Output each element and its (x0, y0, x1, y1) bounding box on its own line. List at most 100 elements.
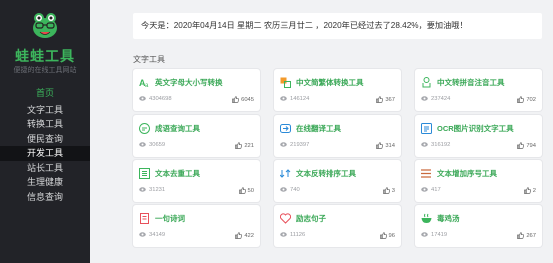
tool-card[interactable]: 中文转拼音注音工具 237424 702 (415, 69, 542, 111)
ocr-icon (421, 122, 432, 134)
main-content: 今天是：2020年04月14日 星期二 农历三月廿二 ，2020年已经过去了28… (90, 0, 553, 263)
tool-card[interactable]: 成语查询工具 30659 221 (133, 114, 260, 157)
tool-name[interactable]: 文本反转排序工具 (296, 168, 356, 179)
svg-text:a: a (145, 83, 149, 88)
tool-card[interactable]: Aa 英文字母大小写转换 4304698 6045 (133, 69, 260, 111)
nav-item-home[interactable]: 首页 (0, 86, 90, 101)
nav-item-health[interactable]: 生理健康 (0, 175, 90, 190)
view-count: 146124 (280, 96, 309, 102)
tool-meta: 316192 794 (421, 142, 536, 151)
view-count: 417 (421, 187, 441, 193)
like-button[interactable]: 794 (517, 141, 536, 149)
view-count-value: 31231 (149, 187, 166, 194)
tool-card[interactable]: 在线翻译工具 219397 314 (274, 114, 401, 157)
logo[interactable] (0, 8, 90, 44)
heart-icon (280, 213, 291, 224)
nav-item-webmaster-tools[interactable]: 站长工具 (0, 161, 90, 176)
like-button[interactable]: 6045 (232, 96, 254, 103)
tool-card[interactable]: 一句诗词 34149 422 (133, 205, 260, 247)
tool-name[interactable]: 励志句子 (296, 213, 326, 224)
brand-title[interactable]: 蛙蛙工具 (0, 46, 90, 66)
chinese-convert-icon (280, 77, 291, 88)
view-count-value: 237424 (431, 96, 451, 103)
tool-name[interactable]: 毒鸡汤 (437, 213, 460, 224)
like-count-value: 50 (247, 188, 254, 195)
nav-item-convert-tools[interactable]: 转换工具 (0, 117, 90, 132)
tool-name[interactable]: 文本增加序号工具 (437, 168, 497, 179)
like-button[interactable]: 3 (382, 187, 395, 194)
tool-name[interactable]: 一句诗词 (155, 213, 185, 224)
thumbs-up-icon (235, 141, 243, 149)
thumbs-up-icon (517, 141, 525, 149)
views-eye-icon (421, 96, 428, 101)
tool-card[interactable]: 文本增加序号工具 417 2 (415, 160, 542, 202)
tool-card[interactable]: 毒鸡汤 17419 267 (415, 205, 542, 247)
nav-item-dev-tools[interactable]: 开发工具 (0, 146, 90, 161)
view-count: 219397 (280, 142, 309, 148)
views-eye-icon (280, 141, 287, 147)
nav-item-info-lookup[interactable]: 信息查询 (0, 190, 90, 205)
nav-item-lookup[interactable]: 便民查询 (0, 132, 90, 147)
tool-name[interactable]: 成语查询工具 (155, 123, 200, 134)
like-count-value: 702 (526, 97, 536, 104)
views-eye-icon (421, 141, 428, 147)
like-button[interactable]: 422 (235, 232, 254, 239)
tool-card[interactable]: 中文简繁体转换工具 146124 367 (274, 69, 401, 111)
tool-card[interactable]: OCR图片识别文字工具 316192 794 (415, 114, 542, 157)
brand-tagline: 便捷的在线工具网站 (13, 67, 77, 74)
tool-name[interactable]: 中文简繁体转换工具 (296, 77, 364, 88)
thumbs-up-icon (382, 187, 390, 194)
soup-icon (421, 213, 432, 223)
nav-item-text-tools[interactable]: 文字工具 (0, 103, 90, 118)
like-button[interactable]: 50 (238, 187, 254, 195)
tool-name[interactable]: 文本去重工具 (155, 168, 200, 179)
thumbs-up-icon (517, 96, 525, 103)
view-count: 30659 (139, 142, 165, 148)
like-button[interactable]: 221 (235, 141, 254, 149)
like-count-value: 221 (244, 142, 254, 149)
thumbs-up-icon (376, 141, 384, 149)
tool-name[interactable]: 中文转拼音注音工具 (437, 77, 505, 88)
view-count-value: 740 (290, 187, 300, 194)
sidebar: 蛙蛙工具 便捷的在线工具网站 首页 文字工具 转换工具 便民查询 开发工具 站长… (0, 0, 90, 263)
tool-name[interactable]: OCR图片识别文字工具 (437, 123, 514, 134)
like-button[interactable]: 267 (517, 232, 536, 239)
views-eye-icon (280, 232, 287, 237)
tool-meta: 237424 702 (421, 96, 536, 105)
frog-logo-icon (33, 13, 57, 38)
tool-card[interactable]: 文本去重工具 31231 50 (133, 160, 260, 202)
like-button[interactable]: 367 (376, 96, 395, 103)
tool-name[interactable]: 在线翻译工具 (296, 123, 341, 134)
tool-card[interactable]: 励志句子 11126 96 (274, 205, 401, 247)
poem-icon (140, 213, 149, 224)
tool-meta: 740 3 (280, 187, 395, 196)
dedupe-icon (139, 168, 150, 179)
view-count-value: 30659 (149, 141, 166, 148)
tool-meta: 34149 422 (139, 232, 254, 241)
translate-icon (280, 123, 291, 133)
letter-case-icon: Aa (139, 78, 149, 88)
like-count-value: 367 (385, 97, 395, 104)
view-count-value: 219397 (290, 141, 310, 148)
tool-name[interactable]: 英文字母大小写转换 (155, 77, 223, 88)
like-button[interactable]: 2 (523, 187, 536, 194)
reverse-icon (280, 169, 291, 178)
view-count: 4304698 (139, 96, 172, 102)
like-button[interactable]: 314 (376, 141, 395, 149)
view-count-value: 4304698 (149, 96, 172, 103)
like-count-value: 6045 (241, 97, 254, 104)
thumbs-up-icon (523, 187, 531, 194)
view-count: 31231 (139, 187, 165, 193)
like-button[interactable]: 702 (517, 96, 536, 103)
views-eye-icon (139, 141, 146, 147)
tool-meta: 417 2 (421, 187, 536, 196)
view-count-value: 11126 (290, 232, 306, 239)
thumbs-up-icon (376, 96, 384, 103)
view-count-value: 146124 (290, 96, 310, 103)
view-count: 316192 (421, 142, 450, 148)
idiom-search-icon (139, 122, 150, 134)
view-count: 740 (280, 187, 300, 193)
like-button[interactable]: 96 (379, 232, 395, 239)
tool-meta: 31231 50 (139, 187, 254, 196)
tool-card[interactable]: 文本反转排序工具 740 3 (274, 160, 401, 202)
